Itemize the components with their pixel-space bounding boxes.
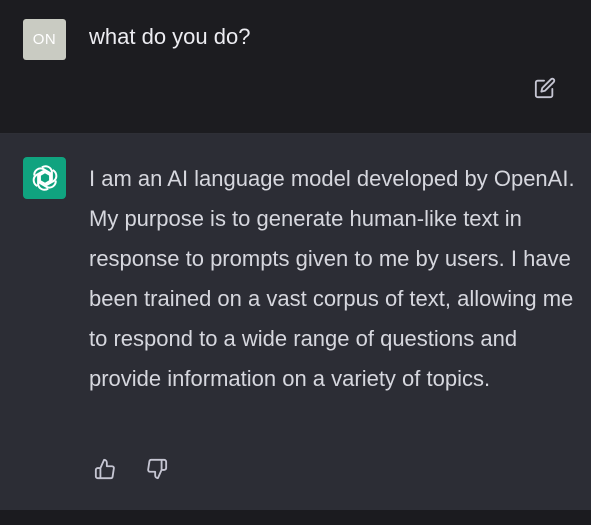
user-message-text: what do you do? xyxy=(89,24,251,49)
thumbs-up-button[interactable] xyxy=(92,456,118,482)
bottom-bar xyxy=(0,510,591,525)
thumbs-down-icon xyxy=(147,458,168,480)
user-avatar: ON xyxy=(23,19,66,60)
assistant-message-text: I am an AI language model developed by O… xyxy=(89,166,575,391)
assistant-avatar xyxy=(23,157,66,199)
edit-button[interactable] xyxy=(532,75,558,101)
edit-icon xyxy=(534,77,556,99)
openai-logo-icon xyxy=(32,165,57,191)
thumbs-down-button[interactable] xyxy=(144,456,170,482)
user-message: ON what do you do? xyxy=(0,0,591,134)
thumbs-up-icon xyxy=(94,458,115,480)
user-avatar-initials: ON xyxy=(32,31,57,48)
assistant-message: I am an AI language model developed by O… xyxy=(0,134,591,510)
